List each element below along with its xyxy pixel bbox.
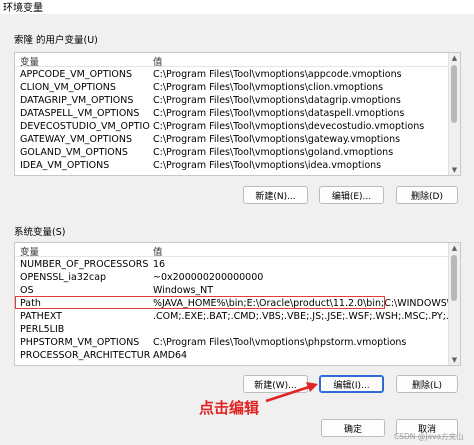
watermark: CSDN @Java方文山 (394, 432, 464, 441)
annotation-arrow-icon (265, 382, 318, 403)
annotation-label: 点击编辑 (199, 399, 260, 417)
ok-button[interactable]: 确定 (321, 419, 385, 437)
